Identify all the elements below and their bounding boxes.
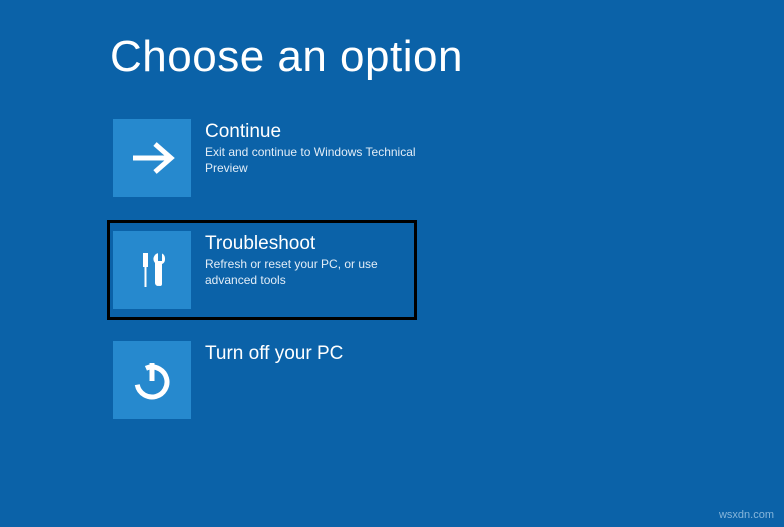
tools-icon bbox=[129, 247, 175, 293]
option-troubleshoot-title: Troubleshoot bbox=[205, 233, 408, 255]
page-title: Choose an option bbox=[110, 32, 784, 82]
option-continue-desc: Exit and continue to Windows Technical P… bbox=[205, 145, 417, 176]
option-troubleshoot-desc: Refresh or reset your PC, or use advance… bbox=[205, 257, 408, 288]
option-turnoff-title: Turn off your PC bbox=[205, 343, 343, 365]
option-text-group: Continue Exit and continue to Windows Te… bbox=[191, 119, 417, 176]
option-text-group: Troubleshoot Refresh or reset your PC, o… bbox=[191, 231, 408, 288]
option-text-group: Turn off your PC bbox=[191, 341, 343, 367]
tile-turnoff bbox=[113, 341, 191, 419]
option-troubleshoot[interactable]: Troubleshoot Refresh or reset your PC, o… bbox=[107, 220, 417, 320]
arrow-right-icon bbox=[129, 135, 175, 181]
watermark-text: wsxdn.com bbox=[719, 509, 774, 521]
tile-troubleshoot bbox=[113, 231, 191, 309]
option-turnoff[interactable]: Turn off your PC bbox=[110, 338, 420, 422]
options-container: Choose an option Continue Exit and conti… bbox=[0, 0, 784, 422]
option-continue-title: Continue bbox=[205, 121, 417, 143]
power-icon bbox=[129, 357, 175, 403]
option-continue[interactable]: Continue Exit and continue to Windows Te… bbox=[110, 116, 420, 200]
tile-continue bbox=[113, 119, 191, 197]
